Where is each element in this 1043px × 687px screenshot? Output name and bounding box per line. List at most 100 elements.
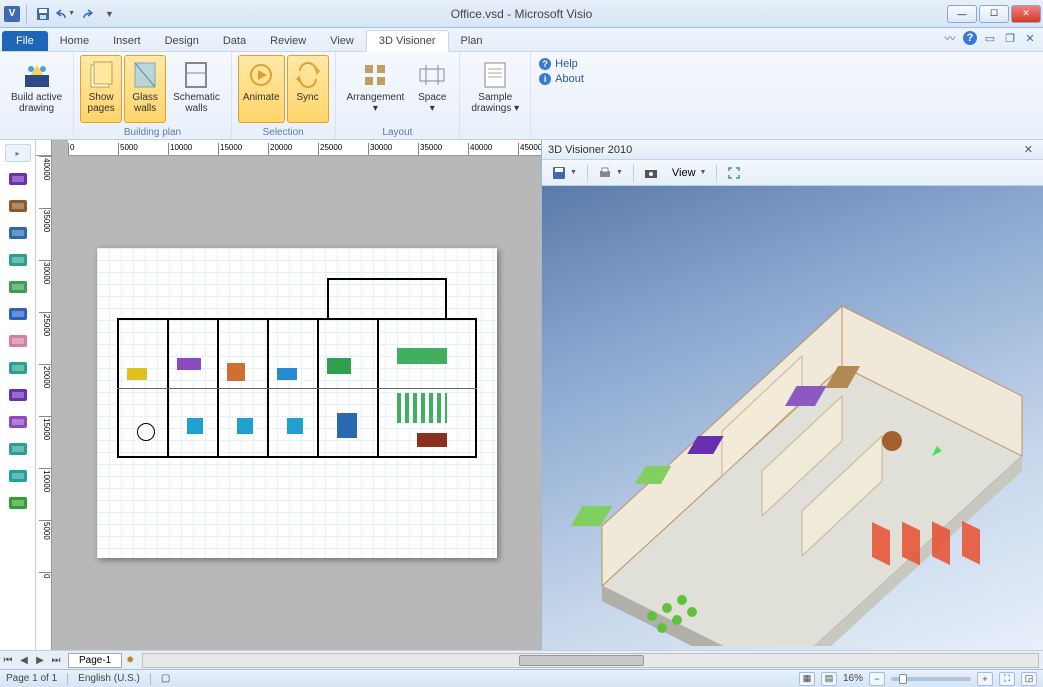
animate-button[interactable]: Animate bbox=[238, 55, 285, 123]
status-language: English (U.S.) bbox=[78, 673, 140, 684]
group-label-selection: Selection bbox=[232, 127, 335, 138]
help-icon[interactable]: ? bbox=[963, 31, 977, 45]
window-cascade-icon[interactable]: ❐ bbox=[1003, 31, 1017, 45]
tab-design[interactable]: Design bbox=[153, 31, 211, 51]
sheet-tab-bar: ⏮ ◀ ▶ ⏭ Page-1 ✸ bbox=[0, 650, 1043, 669]
viewer-header: 3D Visioner 2010 ✕ bbox=[542, 140, 1043, 160]
drawing-canvas[interactable] bbox=[52, 156, 541, 650]
build-active-label: Build active drawing bbox=[11, 92, 62, 114]
hscroll-thumb[interactable] bbox=[519, 655, 644, 666]
show-pages-button[interactable]: Show pages bbox=[80, 55, 122, 123]
sheet-nav-prev[interactable]: ◀ bbox=[16, 652, 32, 668]
viewer-print-icon[interactable]: ▼ bbox=[594, 164, 627, 182]
shape-stencil-plant-teal[interactable] bbox=[7, 441, 29, 457]
arrangement-button[interactable]: Arrangement ▾ bbox=[342, 55, 410, 123]
page-sheet[interactable] bbox=[97, 248, 497, 558]
viewer-close-icon[interactable]: ✕ bbox=[1020, 143, 1037, 156]
space-button[interactable]: Space ▾ bbox=[411, 55, 453, 123]
view-page-icon[interactable]: ▤ bbox=[821, 672, 837, 686]
app-icon: V bbox=[4, 6, 20, 22]
hruler-tick: 45000 bbox=[518, 143, 541, 155]
window-restore-icon[interactable]: ▭ bbox=[983, 31, 997, 45]
shape-stencil-unit-teal[interactable] bbox=[7, 360, 29, 376]
shape-stencil-table-blue[interactable] bbox=[7, 225, 29, 241]
glass-walls-button[interactable]: Glass walls bbox=[124, 55, 166, 123]
sheet-nav-last[interactable]: ⏭ bbox=[48, 652, 64, 668]
vruler-tick: 10000 bbox=[39, 468, 51, 492]
sample-drawings-button[interactable]: Sample drawings ▾ bbox=[466, 55, 524, 123]
view-normal-icon[interactable]: ▦ bbox=[799, 672, 815, 686]
drawing-area: 0500010000150002000025000300003500040000… bbox=[36, 140, 541, 650]
tab-review[interactable]: Review bbox=[258, 31, 318, 51]
fit-page-icon[interactable]: ⛶ bbox=[999, 672, 1015, 686]
shape-stencil-cabinet-blue[interactable] bbox=[7, 306, 29, 322]
sheet-nav-next[interactable]: ▶ bbox=[32, 652, 48, 668]
viewer-save-icon[interactable]: ▼ bbox=[548, 164, 581, 182]
shape-stencil-sofa-pink[interactable] bbox=[7, 333, 29, 349]
viewer-title: 3D Visioner 2010 bbox=[548, 144, 632, 156]
qat-save-icon[interactable] bbox=[33, 4, 53, 24]
close-button[interactable]: ✕ bbox=[1011, 5, 1041, 23]
tab-home[interactable]: Home bbox=[48, 31, 101, 51]
show-pages-label: Show pages bbox=[88, 92, 115, 114]
schematic-walls-button[interactable]: Schematic walls bbox=[168, 55, 225, 123]
shape-stencil-tree-green[interactable] bbox=[7, 495, 29, 511]
doc-close-icon[interactable]: ✕ bbox=[1023, 31, 1037, 45]
shape-stencil-cabinet-green[interactable] bbox=[7, 279, 29, 295]
shape-stencil-lamp-teal[interactable] bbox=[7, 468, 29, 484]
schematic-walls-label: Schematic walls bbox=[173, 92, 220, 114]
qat-redo-icon[interactable] bbox=[77, 4, 97, 24]
viewer-fullscreen-icon[interactable] bbox=[723, 164, 745, 182]
zoom-value: 16% bbox=[843, 673, 863, 684]
vruler-tick: 30000 bbox=[39, 260, 51, 284]
vruler-tick: 40000 bbox=[39, 156, 51, 180]
shape-stencil-shelf-purple[interactable] bbox=[7, 387, 29, 403]
status-record-icon[interactable]: ▢ bbox=[161, 673, 170, 684]
maximize-button[interactable]: ☐ bbox=[979, 5, 1009, 23]
hruler-tick: 30000 bbox=[368, 143, 392, 155]
qat-customize-icon[interactable]: ▼ bbox=[99, 4, 119, 24]
tab-3d-visioner[interactable]: 3D Visioner bbox=[366, 30, 449, 52]
zoom-slider-thumb[interactable] bbox=[899, 674, 907, 684]
vruler-tick: 15000 bbox=[39, 416, 51, 440]
tab-plan[interactable]: Plan bbox=[449, 31, 495, 51]
viewer-3d-canvas[interactable] bbox=[542, 186, 1043, 650]
sheet-nav-first[interactable]: ⏮ bbox=[0, 652, 16, 668]
hruler-tick: 40000 bbox=[468, 143, 492, 155]
tab-view[interactable]: View bbox=[318, 31, 366, 51]
shape-stencil-chair-brown[interactable] bbox=[7, 198, 29, 214]
zoom-out-button[interactable]: − bbox=[869, 672, 885, 686]
minimize-button[interactable]: — bbox=[947, 5, 977, 23]
page-tab-1[interactable]: Page-1 bbox=[68, 653, 122, 668]
tab-data[interactable]: Data bbox=[211, 31, 258, 51]
workspace: ▸ 05000100001500020000250003000035000400… bbox=[0, 140, 1043, 650]
title-bar: V ▼ ▼ Office.vsd - Microsoft Visio — ☐ ✕ bbox=[0, 0, 1043, 28]
qat-undo-icon[interactable]: ▼ bbox=[55, 4, 75, 24]
sheet-add-page-icon[interactable]: ✸ bbox=[122, 652, 138, 668]
glass-walls-label: Glass walls bbox=[132, 92, 158, 114]
status-page-info: Page 1 of 1 bbox=[6, 673, 57, 684]
minimize-ribbon-icon[interactable]: 〰 bbox=[943, 31, 957, 45]
vruler-tick: 20000 bbox=[39, 364, 51, 388]
ribbon-about-link[interactable]: i About bbox=[539, 73, 584, 85]
tab-file[interactable]: File bbox=[2, 31, 48, 51]
tab-insert[interactable]: Insert bbox=[101, 31, 153, 51]
about-link-label: About bbox=[555, 73, 584, 85]
group-label-building: Building plan bbox=[74, 127, 231, 138]
sync-button[interactable]: Sync bbox=[287, 55, 329, 123]
shapes-panel-toggle[interactable]: ▸ bbox=[5, 144, 31, 162]
shape-stencil-plant-purple[interactable] bbox=[7, 414, 29, 430]
shape-stencil-desk-purple[interactable] bbox=[7, 171, 29, 187]
ribbon-help-link[interactable]: ? Help bbox=[539, 58, 584, 70]
ribbon-tabs: File Home Insert Design Data Review View… bbox=[0, 28, 1043, 52]
viewer-view-button[interactable]: View ▼ bbox=[668, 165, 711, 181]
horizontal-scrollbar[interactable] bbox=[142, 653, 1039, 668]
viewer-camera-icon[interactable] bbox=[640, 164, 662, 182]
fullscreen-icon[interactable]: ◲ bbox=[1021, 672, 1037, 686]
shape-stencil-table-teal[interactable] bbox=[7, 252, 29, 268]
hruler-tick: 15000 bbox=[218, 143, 242, 155]
build-active-drawing-button[interactable]: Build active drawing bbox=[6, 55, 67, 123]
viewer-toolbar: ▼ ▼ View ▼ bbox=[542, 160, 1043, 186]
zoom-slider[interactable] bbox=[891, 677, 971, 681]
zoom-in-button[interactable]: + bbox=[977, 672, 993, 686]
